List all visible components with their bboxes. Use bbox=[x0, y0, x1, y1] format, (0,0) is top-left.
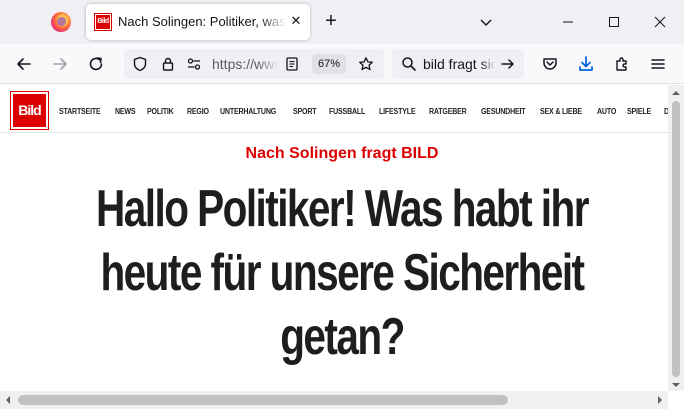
bild-favicon-icon: Bild bbox=[94, 13, 112, 31]
navigation-toolbar: https://www.bild.de 67% bild fragt siche… bbox=[0, 44, 684, 84]
url-bar[interactable]: https://www.bild.de 67% bbox=[124, 49, 384, 79]
horizontal-scrollbar[interactable] bbox=[0, 391, 668, 409]
tab-close-button[interactable]: ✕ bbox=[288, 13, 304, 29]
arrow-right-icon[interactable] bbox=[50, 54, 70, 74]
site-nav-item[interactable]: LIFESTYLE bbox=[379, 107, 416, 116]
site-nav-item[interactable]: GESUNDHEIT bbox=[481, 107, 526, 116]
tab-active[interactable]: Bild Nach Solingen: Politiker, was habt … bbox=[86, 4, 310, 40]
site-nav-item[interactable]: FUSSBALL bbox=[329, 107, 365, 116]
minimize-icon[interactable] bbox=[558, 12, 578, 32]
tab-title: Nach Solingen: Politiker, was habt ihr h… bbox=[118, 14, 286, 29]
url-text[interactable]: https://www.bild.de bbox=[212, 56, 278, 72]
lock-icon[interactable] bbox=[160, 56, 176, 72]
search-icon bbox=[402, 57, 416, 71]
article-kicker: Nach Solingen fragt BILD bbox=[245, 145, 439, 162]
horizontal-scroll-thumb[interactable] bbox=[18, 395, 508, 405]
scroll-down-icon[interactable] bbox=[672, 383, 680, 391]
site-header: Bild STARTSEITE NEWS POLITIK REGIO UNTERHALT… bbox=[0, 85, 668, 133]
scroll-right-icon[interactable] bbox=[658, 396, 666, 404]
download-icon[interactable] bbox=[576, 54, 596, 74]
chevron-down-icon[interactable] bbox=[476, 12, 496, 32]
firefox-view-icon[interactable] bbox=[51, 12, 71, 32]
site-nav-item[interactable]: SPORT bbox=[293, 107, 317, 116]
pocket-icon[interactable] bbox=[540, 54, 560, 74]
site-nav-item[interactable]: SPIELE bbox=[627, 107, 651, 116]
page-viewport: Bild STARTSEITE NEWS POLITIK REGIO UNTERHALT… bbox=[0, 85, 668, 391]
article-headline[interactable]: Hallo Politiker! Was habt ihr heute für … bbox=[0, 177, 668, 369]
vertical-scrollbar[interactable] bbox=[668, 85, 684, 391]
reader-view-icon[interactable] bbox=[284, 56, 300, 72]
star-icon[interactable] bbox=[358, 56, 374, 72]
permissions-icon[interactable] bbox=[186, 56, 202, 72]
site-nav-item[interactable]: REGIO bbox=[187, 107, 209, 116]
site-nav-item[interactable]: STARTSEITE bbox=[59, 107, 101, 116]
scroll-left-icon[interactable] bbox=[2, 396, 10, 404]
bild-logo[interactable]: Bild bbox=[10, 91, 49, 130]
go-arrow-icon[interactable] bbox=[500, 56, 516, 72]
maximize-icon[interactable] bbox=[604, 12, 624, 32]
scroll-up-icon[interactable] bbox=[672, 87, 680, 95]
search-bar[interactable]: bild fragt sicherheit bbox=[392, 49, 524, 79]
vertical-scroll-thumb[interactable] bbox=[672, 101, 680, 377]
reload-icon[interactable] bbox=[86, 54, 106, 74]
site-nav-item[interactable]: RATGEBER bbox=[429, 107, 467, 116]
arrow-left-icon[interactable] bbox=[14, 54, 34, 74]
headline-line: getan? bbox=[280, 308, 405, 366]
headline-line: Hallo Politiker! Was habt ihr bbox=[96, 180, 589, 238]
site-nav: STARTSEITE NEWS POLITIK REGIO UNTERHALTUNG SP… bbox=[59, 107, 668, 116]
site-nav-item[interactable]: POLITIK bbox=[147, 107, 174, 116]
hamburger-menu-icon[interactable] bbox=[648, 54, 668, 74]
site-nav-item[interactable]: AUTO bbox=[597, 107, 616, 116]
tracking-shield-icon[interactable] bbox=[132, 56, 148, 72]
extensions-icon[interactable] bbox=[612, 54, 632, 74]
headline-line: heute für unsere Sicherheit bbox=[100, 244, 585, 302]
site-nav-item[interactable]: SEX & LIEBE bbox=[540, 107, 582, 116]
search-input[interactable]: bild fragt sicherheit bbox=[423, 56, 495, 72]
site-nav-item[interactable]: NEWS bbox=[115, 107, 136, 116]
new-tab-button[interactable]: + bbox=[320, 10, 342, 32]
window-close-icon[interactable] bbox=[650, 12, 670, 32]
tab-strip: Bild Nach Solingen: Politiker, was habt … bbox=[0, 0, 684, 44]
zoom-level-button[interactable]: 67% bbox=[312, 54, 346, 74]
site-nav-item[interactable]: UNTERHALTUNG bbox=[220, 107, 276, 116]
